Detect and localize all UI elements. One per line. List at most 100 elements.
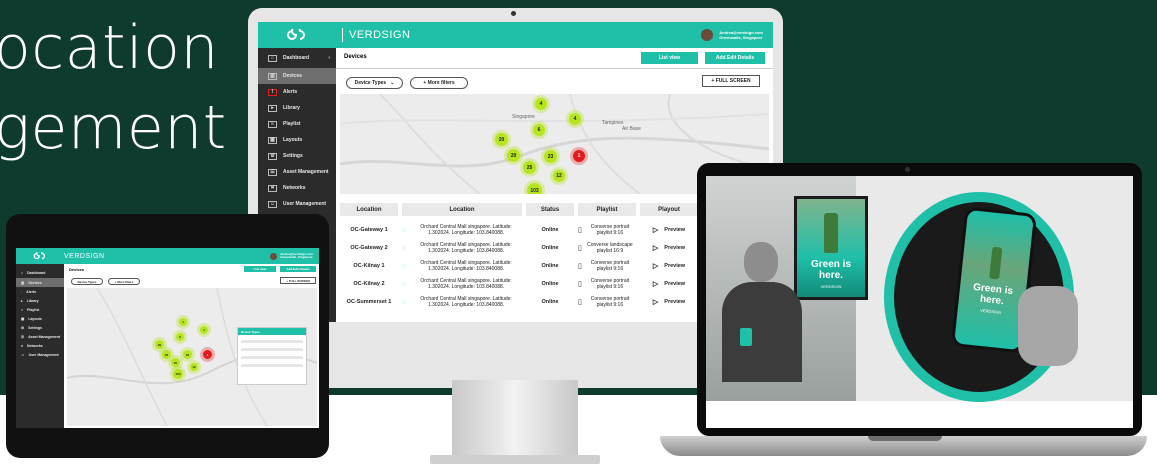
table-row[interactable]: OC-Summerset 1 ◌ Orchard Central Mall sin… (340, 296, 698, 308)
sidebar-item-devices[interactable]: ▥ Devices (258, 68, 336, 84)
playlist-cell[interactable]: ▯ Converse portrait playlist 9:16 (578, 224, 636, 236)
preview-button[interactable]: ▷ Preview (640, 244, 698, 252)
sidebar-item-user-management[interactable]: ☺ User Management (16, 350, 64, 359)
device-types-dropdown[interactable]: Device Types (71, 278, 103, 285)
sidebar-item-user-management[interactable]: ☺ User Management (258, 196, 336, 212)
table-row[interactable]: OC-Kilnay 2 ◌ Orchard Central Mall singap… (340, 278, 698, 290)
playlist-text: Converse portrait playlist 9:16 (590, 296, 630, 308)
column-header[interactable]: Playout (640, 203, 698, 216)
map-cluster[interactable]: 6 (176, 333, 184, 341)
map-cluster[interactable]: 12 (190, 363, 198, 371)
sidebar-item-label: Networks (283, 185, 306, 191)
map-cluster[interactable]: 4 (179, 318, 187, 326)
list-view-button[interactable]: List view (244, 266, 276, 272)
map-cluster[interactable]: 103 (527, 183, 542, 194)
playlist-cell[interactable]: ▯ Converse portrait playlist 9:16 (578, 260, 636, 272)
sidebar-item-settings[interactable]: ⚙ Settings (258, 148, 336, 164)
playlist-cell[interactable]: ▯ Converse portrait playlist 9:16 (578, 296, 636, 308)
column-header[interactable]: Location (402, 203, 522, 216)
map-cluster[interactable]: 6 (533, 124, 545, 136)
head-shape (744, 242, 778, 282)
collapse-chevron-icon[interactable]: ‹ (328, 55, 330, 61)
add-edit-details-button[interactable]: Add Edit Details (280, 266, 316, 272)
panel-row[interactable] (241, 340, 303, 343)
map-cluster[interactable]: 103 (173, 369, 183, 379)
full-screen-button[interactable]: + FULL SCREEN (702, 75, 760, 87)
map-cluster[interactable]: 20 (495, 133, 508, 146)
sidebar-item-devices[interactable]: ▥ Devices (16, 278, 64, 287)
map-cluster[interactable]: 23 (544, 150, 557, 163)
sidebar-item-alerts[interactable]: ! Alerts (258, 84, 336, 100)
sidebar-item-networks[interactable]: ⌗ Networks (258, 180, 336, 196)
billboard: Green is here. VERDSIGN (794, 196, 868, 300)
sidebar-item-settings[interactable]: ⚙ Settings (16, 323, 64, 332)
bell-icon: ! (268, 88, 277, 96)
map-cluster-alert[interactable]: 1 (573, 150, 585, 162)
map-cluster[interactable]: 12 (553, 170, 565, 182)
sidebar-item-layouts[interactable]: ▦ Layouts (258, 132, 336, 148)
map-cluster[interactable]: 20 (507, 149, 520, 162)
table-row[interactable]: OC-Kilnay 1 ◌ Orchard Central Mall singap… (340, 260, 698, 272)
sidebar-item-layouts[interactable]: ▦ Layouts (16, 314, 64, 323)
hero-title-line-1: ocation (0, 13, 219, 83)
preview-button[interactable]: ▷ Preview (640, 298, 698, 306)
sidebar-item-label: User Management (283, 201, 327, 207)
sidebar: ⌂ Dashboard ▥ Devices ! Alerts ▸ Library ≡ Pl… (16, 264, 64, 428)
sidebar-item-alerts[interactable]: ! Alerts (16, 287, 64, 296)
panel-row[interactable] (241, 364, 303, 367)
sidebar-item-networks[interactable]: ⌗ Networks (16, 341, 64, 350)
user-info[interactable]: Andrea@verdsign.com Greenwalls, Singapor… (719, 30, 763, 40)
preview-button[interactable]: ▷ Preview (640, 280, 698, 288)
panel-row[interactable] (241, 356, 303, 359)
map-cluster[interactable]: 25 (171, 358, 180, 367)
laptop-notch (868, 436, 942, 441)
playlist-icon: ≡ (268, 120, 277, 128)
map-cluster-alert[interactable]: 1 (203, 350, 212, 359)
map-cluster[interactable]: 4 (535, 98, 547, 110)
sidebar-item-playlist[interactable]: ≡ Playlist (258, 116, 336, 132)
map-cluster[interactable]: 4 (569, 113, 581, 125)
sidebar-item-library[interactable]: ▸ Library (258, 100, 336, 116)
column-header[interactable]: Playlist (578, 203, 636, 216)
avatar[interactable] (270, 252, 278, 260)
tablet-app: VERDSIGN Andrea@verdsign.com Greenwalls,… (16, 248, 319, 428)
playlist-cell[interactable]: ▯ Converse landscape playlist 16:9 (578, 242, 636, 254)
chart-icon: ▥ (268, 72, 277, 80)
phone-icon (740, 328, 752, 346)
table-row[interactable]: OC-Gateway 1 ◌ Orchard Central Mall singa… (340, 224, 698, 236)
sidebar-item-library[interactable]: ▸ Library (16, 296, 64, 305)
table-row[interactable]: OC-Gateway 2 ◌ Orchard Central Mall singa… (340, 242, 698, 254)
map-cluster[interactable]: 4 (200, 326, 208, 334)
map-cluster[interactable]: 23 (183, 350, 192, 359)
more-filters-button[interactable]: + More filters (108, 278, 140, 285)
map-cluster[interactable]: 25 (523, 161, 536, 174)
add-edit-details-button[interactable]: Add Edit Details (705, 52, 765, 64)
phone-ad-text: Green is here. (972, 281, 1014, 307)
sidebar-item-asset-management[interactable]: ☰ Asset Management (258, 164, 336, 180)
device-types-dropdown[interactable]: Device Types ⌄ (346, 77, 403, 89)
user-info[interactable]: Andrea@verdsign.com Greenwalls, Singapor… (280, 252, 313, 260)
sidebar-header[interactable]: ⌂ Dashboard (16, 268, 64, 278)
preview-button[interactable]: ▷ Preview (640, 262, 698, 270)
full-screen-button[interactable]: + FULL SCREEN (280, 277, 316, 284)
map-cluster[interactable]: 20 (162, 350, 171, 359)
sidebar-item-playlist[interactable]: ≡ Playlist (16, 305, 64, 314)
list-view-button[interactable]: List view (641, 52, 698, 64)
device-map[interactable]: 4 4 6 20 20 23 25 1 12 103 Device Types (67, 288, 317, 426)
playlist-cell[interactable]: ▯ Converse portrait playlist 9:16 (578, 278, 636, 290)
chevron-down-icon: ⌄ (390, 80, 395, 86)
more-filters-button[interactable]: + More filters (410, 77, 468, 89)
avatar[interactable] (701, 29, 714, 41)
billboard-ad: Green is here. VERDSIGN (797, 199, 865, 297)
preview-button[interactable]: ▷ Preview (640, 226, 698, 234)
playlist-text: Converse landscape playlist 16:9 (587, 242, 633, 254)
panel-row[interactable] (241, 348, 303, 351)
column-header[interactable]: Location (340, 203, 398, 216)
sidebar-header[interactable]: ⌂ Dashboard ‹ (258, 48, 336, 68)
map-cluster[interactable]: 20 (155, 340, 164, 349)
preview-label: Preview (664, 263, 686, 269)
column-header[interactable]: Status (526, 203, 574, 216)
laptop-screen: Green is here. VERDSIGN Green is here. V… (706, 176, 1133, 428)
network-icon: ⌗ (268, 184, 277, 192)
sidebar-item-asset-management[interactable]: ☰ Asset Management (16, 332, 64, 341)
